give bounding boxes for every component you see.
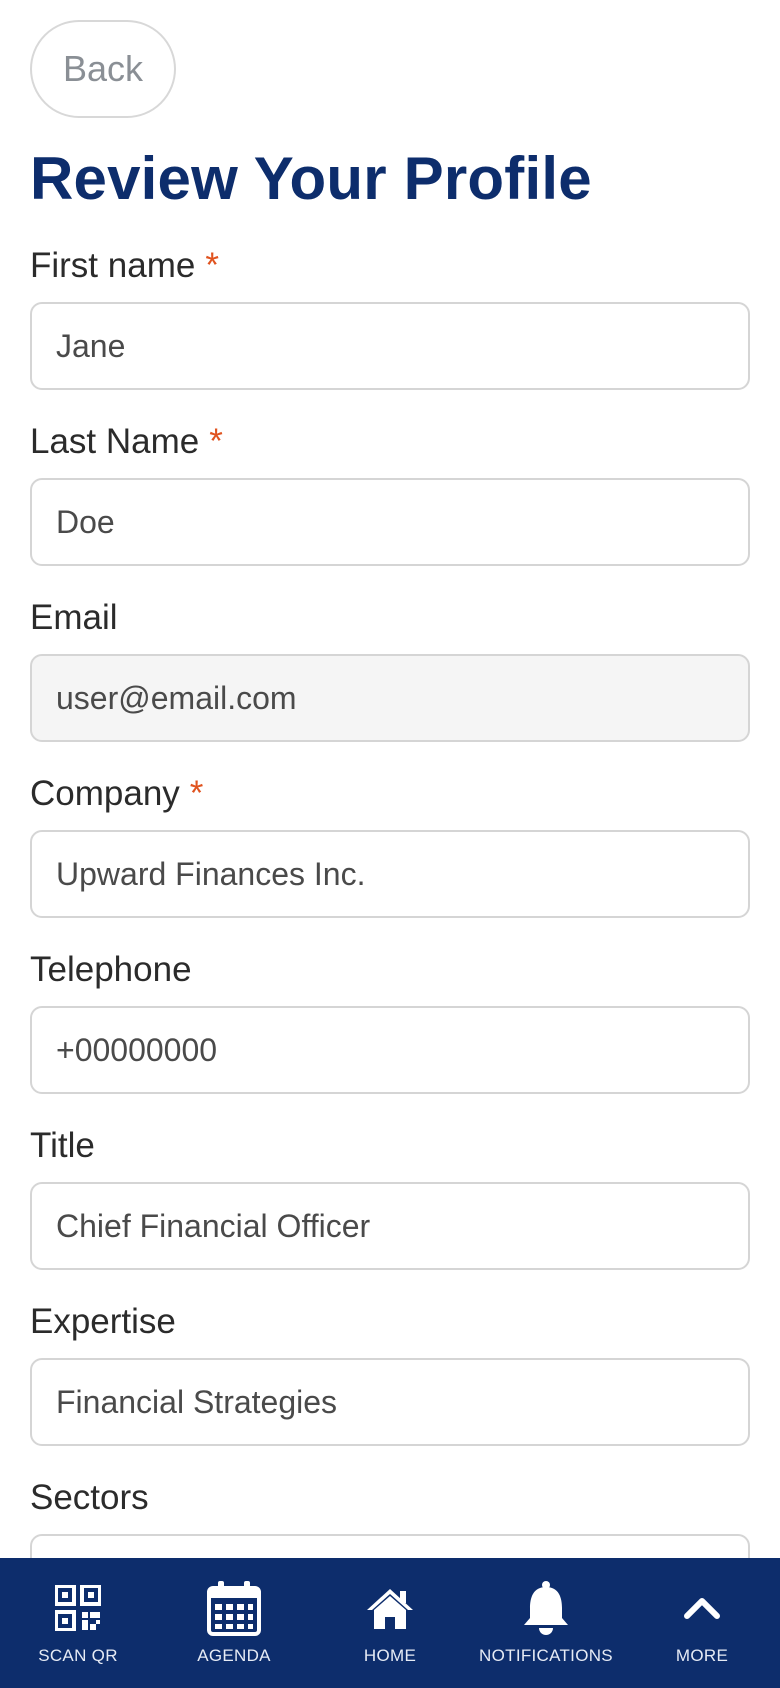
required-marker: * <box>209 422 223 461</box>
first-name-label: First name * <box>30 244 219 288</box>
telephone-label: Telephone <box>30 948 192 992</box>
bottom-nav: SCAN QR AGENDA HOME NOTIFICATIONS MORE <box>0 1558 780 1688</box>
email-label: Email <box>30 596 118 640</box>
chevron-up-icon <box>684 1580 720 1636</box>
required-marker: * <box>205 246 219 285</box>
nav-item-home[interactable]: HOME <box>312 1558 468 1688</box>
nav-item-agenda[interactable]: AGENDA <box>156 1558 312 1688</box>
first-name-field[interactable] <box>30 302 750 390</box>
last-name-label-text: Last Name <box>30 422 200 461</box>
expertise-label: Expertise <box>30 1300 176 1344</box>
expertise-field[interactable] <box>30 1358 750 1446</box>
qr-code-icon <box>55 1580 101 1636</box>
nav-label: NOTIFICATIONS <box>479 1646 613 1665</box>
required-marker: * <box>189 774 204 813</box>
page-title: Review Your Profile <box>30 145 592 212</box>
last-name-label: Last Name * <box>30 420 223 464</box>
company-field[interactable] <box>30 830 750 918</box>
calendar-icon <box>207 1580 261 1636</box>
last-name-field[interactable] <box>30 478 750 566</box>
nav-item-notifications[interactable]: NOTIFICATIONS <box>468 1558 624 1688</box>
sectors-label: Sectors <box>30 1476 149 1520</box>
email-field <box>30 654 750 742</box>
profile-review-page: Back Review Your Profile First name* Las… <box>0 0 780 1688</box>
company-label-text: Company <box>30 774 180 813</box>
nav-label: HOME <box>363 1646 417 1665</box>
first-name-label-text: First name <box>30 246 196 285</box>
home-icon <box>365 1580 415 1636</box>
job-title-label: Title <box>30 1124 95 1168</box>
nav-label: MORE <box>675 1646 729 1665</box>
nav-item-more[interactable]: MORE <box>624 1558 780 1688</box>
sectors-label-text: Sectors <box>30 1478 149 1517</box>
job-title-field[interactable] <box>30 1182 750 1270</box>
company-label: Company * <box>30 772 203 816</box>
telephone-label-text: Telephone <box>30 950 192 989</box>
expertise-label-text: Expertise <box>30 1302 176 1341</box>
telephone-field[interactable] <box>30 1006 750 1094</box>
back-button[interactable]: Back <box>30 20 176 118</box>
email-label-text: Email <box>30 598 118 637</box>
nav-label: AGENDA <box>197 1646 271 1665</box>
nav-label: SCAN QR <box>38 1646 118 1665</box>
bell-icon <box>521 1580 571 1636</box>
job-title-label-text: Title <box>30 1126 95 1165</box>
nav-item-scan-qr[interactable]: SCAN QR <box>0 1558 156 1688</box>
